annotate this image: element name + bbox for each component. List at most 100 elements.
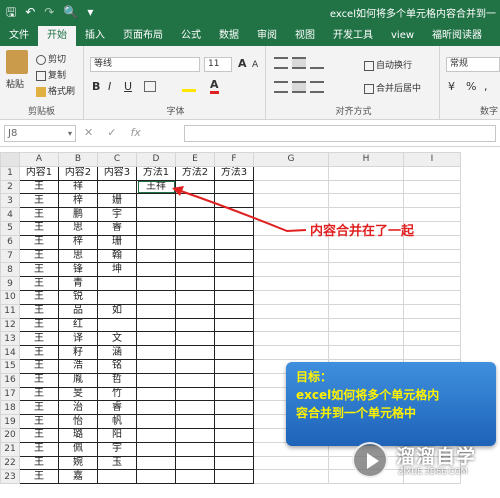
cell[interactable]: 方法2 bbox=[175, 165, 215, 181]
cell[interactable]: 方法1 bbox=[136, 165, 176, 181]
print-preview-icon[interactable]: 🔍 bbox=[63, 4, 78, 20]
cell[interactable] bbox=[214, 207, 254, 222]
column-header[interactable]: F bbox=[214, 152, 254, 167]
cell[interactable] bbox=[253, 303, 329, 319]
name-box[interactable]: J8 ▾ bbox=[4, 125, 76, 142]
cell[interactable]: 内容3 bbox=[97, 165, 137, 181]
cell[interactable]: 王 bbox=[19, 427, 59, 443]
row-header[interactable]: 10 bbox=[0, 289, 20, 305]
cell[interactable] bbox=[214, 441, 254, 457]
cell[interactable] bbox=[175, 400, 215, 416]
cell[interactable]: 帆 bbox=[97, 414, 137, 429]
cell[interactable] bbox=[175, 414, 215, 429]
row-header[interactable]: 22 bbox=[0, 455, 20, 471]
cell[interactable]: 竹 bbox=[97, 386, 137, 402]
column-header[interactable]: H bbox=[328, 152, 404, 167]
cell[interactable] bbox=[214, 303, 254, 319]
cell[interactable] bbox=[253, 165, 329, 181]
save-icon[interactable]: 🖫 bbox=[6, 4, 16, 20]
cell[interactable] bbox=[136, 220, 176, 236]
cell[interactable] bbox=[136, 414, 176, 429]
currency-icon[interactable]: ¥ bbox=[448, 81, 455, 93]
font-name-select[interactable]: 等线 bbox=[90, 57, 200, 72]
cell[interactable] bbox=[403, 345, 461, 360]
cell[interactable] bbox=[214, 345, 254, 360]
select-all-corner[interactable] bbox=[0, 152, 20, 167]
cell[interactable] bbox=[328, 289, 404, 305]
cell[interactable]: 王 bbox=[19, 303, 59, 319]
cell[interactable]: 文 bbox=[97, 331, 137, 347]
enter-icon[interactable]: ✓ bbox=[107, 126, 116, 139]
cell[interactable]: 王 bbox=[19, 441, 59, 457]
cell[interactable] bbox=[214, 262, 254, 278]
fill-color-icon[interactable] bbox=[182, 80, 196, 92]
cell[interactable] bbox=[328, 276, 404, 291]
cell[interactable] bbox=[328, 248, 404, 264]
row-header[interactable]: 18 bbox=[0, 400, 20, 416]
fx-icon[interactable]: fx bbox=[130, 126, 140, 139]
cell[interactable]: 哲 bbox=[97, 372, 137, 388]
row-header[interactable]: 20 bbox=[0, 427, 20, 443]
row-header[interactable]: 23 bbox=[0, 469, 20, 485]
cell[interactable] bbox=[136, 317, 176, 333]
cell[interactable] bbox=[97, 317, 137, 333]
cell[interactable] bbox=[175, 303, 215, 319]
cell[interactable]: 王 bbox=[19, 276, 59, 291]
tab-0[interactable]: 文件 bbox=[0, 26, 38, 46]
tab-8[interactable]: 开发工具 bbox=[324, 26, 382, 46]
cell[interactable] bbox=[175, 179, 215, 195]
wrap-text-button[interactable]: 自动换行 bbox=[364, 58, 412, 71]
undo-icon[interactable]: ↶ bbox=[25, 4, 35, 20]
cell[interactable] bbox=[136, 345, 176, 360]
cell[interactable] bbox=[175, 345, 215, 360]
cell[interactable] bbox=[403, 179, 461, 195]
cell[interactable]: 涵 bbox=[97, 345, 137, 360]
cell[interactable] bbox=[175, 427, 215, 443]
cell[interactable]: 胤 bbox=[58, 372, 98, 388]
cell[interactable] bbox=[175, 455, 215, 471]
cell[interactable]: 佩 bbox=[58, 441, 98, 457]
percent-icon[interactable]: % bbox=[466, 81, 476, 93]
cell[interactable] bbox=[253, 331, 329, 347]
column-header[interactable]: D bbox=[136, 152, 176, 167]
border-icon[interactable] bbox=[144, 81, 156, 92]
grow-font-icon[interactable]: A bbox=[238, 58, 247, 70]
cell[interactable] bbox=[214, 289, 254, 305]
cell[interactable] bbox=[175, 220, 215, 236]
cell[interactable] bbox=[253, 345, 329, 360]
cell[interactable] bbox=[214, 372, 254, 388]
cell[interactable]: 王祥 bbox=[136, 179, 176, 195]
cell[interactable]: 王 bbox=[19, 358, 59, 374]
cell[interactable] bbox=[136, 248, 176, 264]
cell[interactable] bbox=[403, 289, 461, 305]
column-header[interactable]: E bbox=[175, 152, 215, 167]
cell[interactable] bbox=[136, 276, 176, 291]
cancel-icon[interactable]: ✕ bbox=[84, 126, 93, 139]
font-color-icon[interactable]: A bbox=[210, 79, 219, 94]
cell[interactable]: 王 bbox=[19, 455, 59, 471]
cell[interactable] bbox=[403, 276, 461, 291]
column-header[interactable]: B bbox=[58, 152, 98, 167]
cell[interactable]: 睿 bbox=[97, 400, 137, 416]
cell[interactable] bbox=[214, 469, 254, 485]
cell[interactable] bbox=[328, 262, 404, 278]
cell[interactable] bbox=[136, 289, 176, 305]
cell[interactable]: 宇 bbox=[97, 441, 137, 457]
cell[interactable] bbox=[136, 400, 176, 416]
cell[interactable] bbox=[328, 303, 404, 319]
cell[interactable] bbox=[214, 414, 254, 429]
tab-10[interactable]: 福昕阅读器 bbox=[423, 26, 491, 46]
number-format-select[interactable]: 常规 bbox=[446, 57, 500, 72]
cut-button[interactable]: 剪切 bbox=[36, 52, 66, 65]
cell[interactable]: 治 bbox=[58, 400, 98, 416]
cell[interactable] bbox=[253, 289, 329, 305]
cell[interactable] bbox=[328, 317, 404, 333]
align-middle-icon[interactable] bbox=[292, 57, 306, 69]
cell[interactable]: 王 bbox=[19, 207, 59, 222]
cell[interactable] bbox=[253, 276, 329, 291]
cell[interactable] bbox=[328, 345, 404, 360]
cell[interactable] bbox=[214, 179, 254, 195]
cell[interactable]: 青 bbox=[58, 276, 98, 291]
cell[interactable]: 如 bbox=[97, 303, 137, 319]
cell[interactable]: 玉 bbox=[97, 455, 137, 471]
